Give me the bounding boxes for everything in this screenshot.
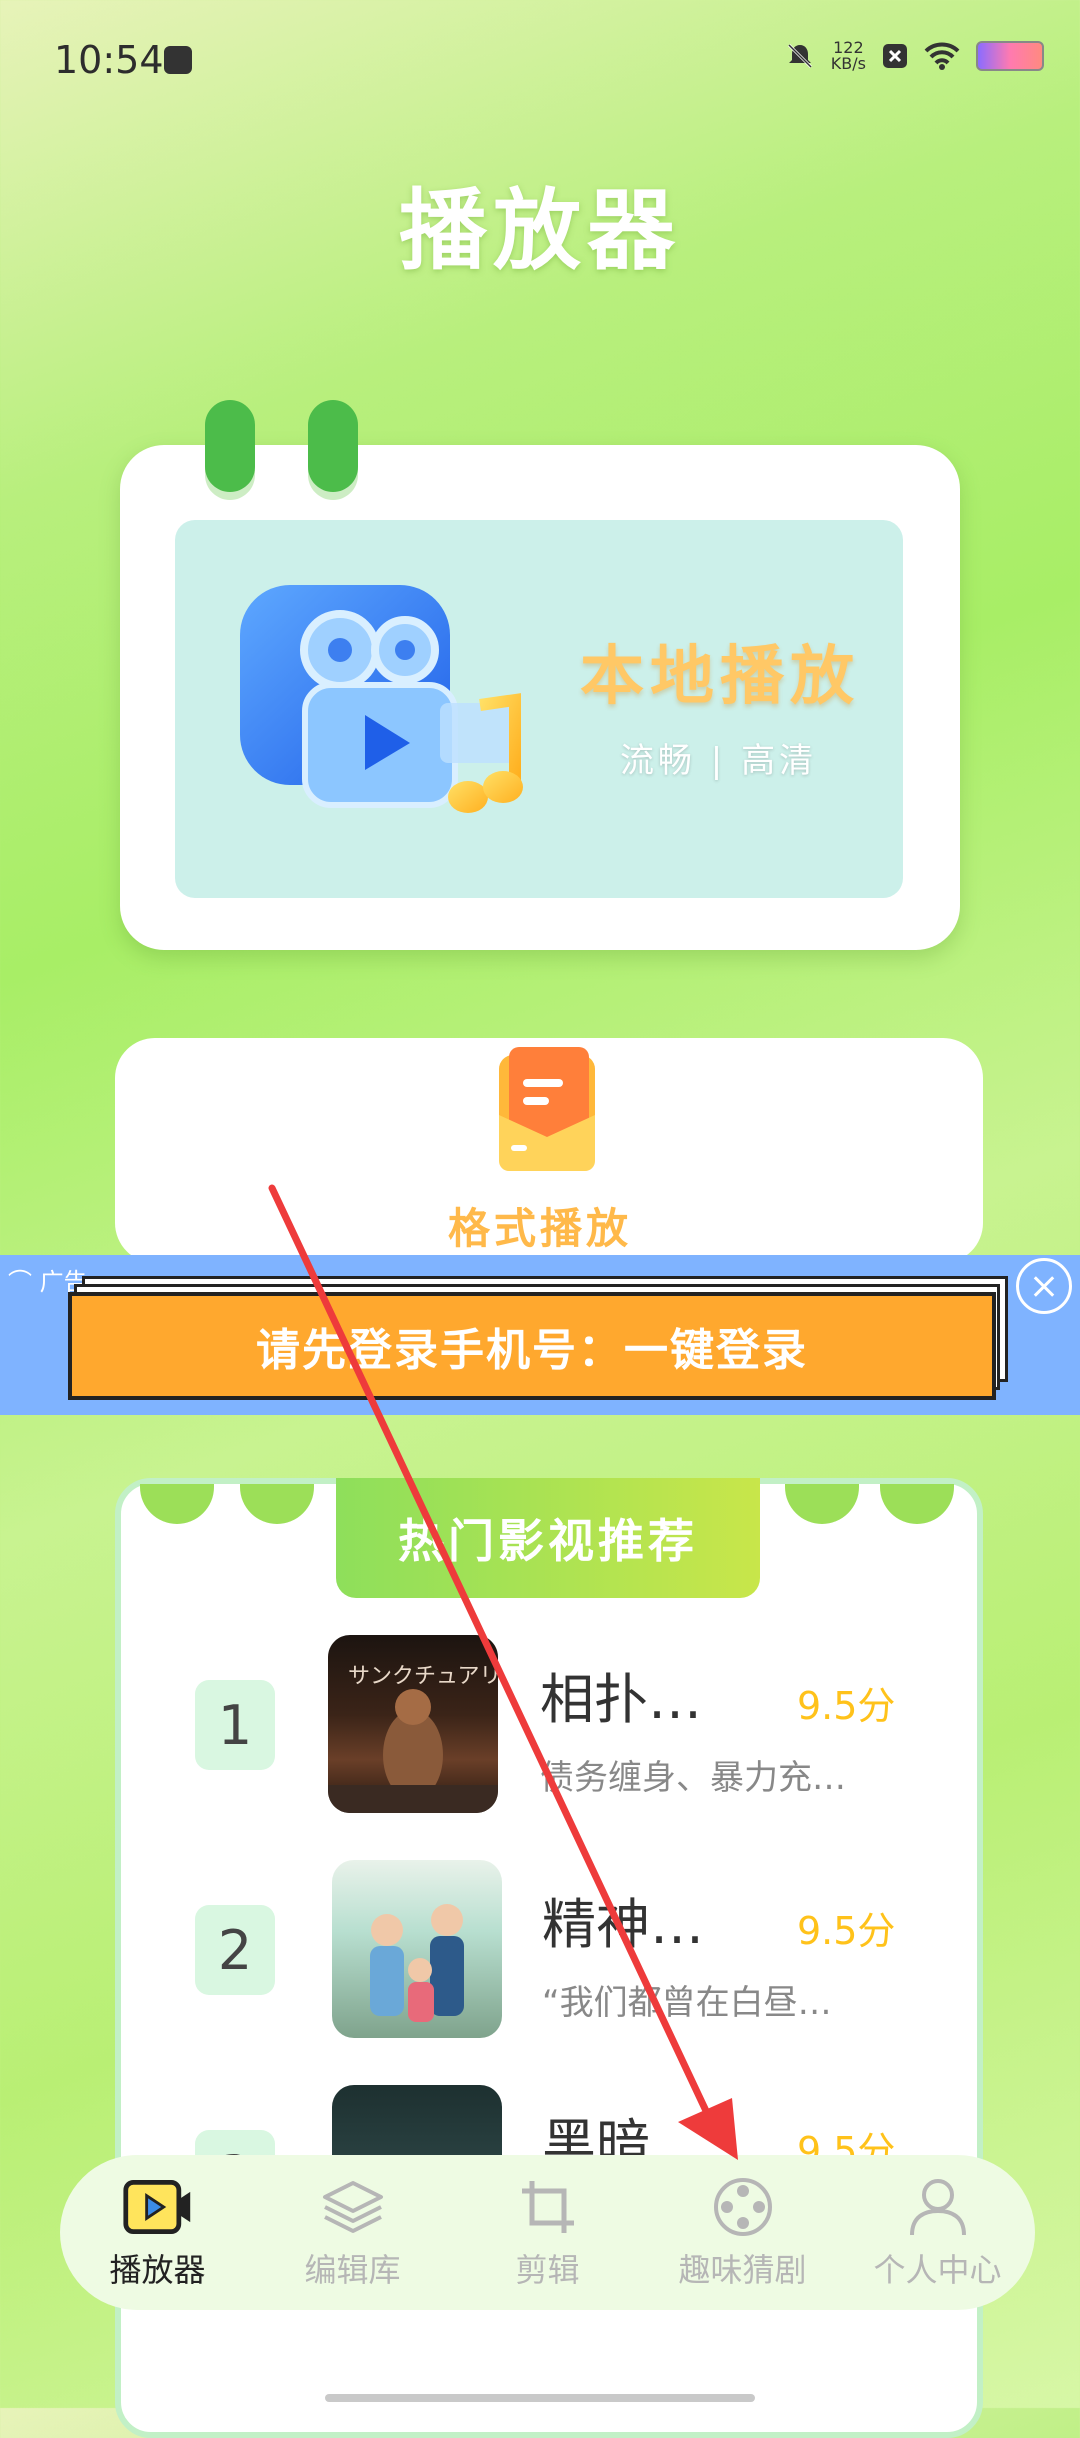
- nav-item-player[interactable]: 播放器: [78, 2175, 238, 2291]
- nav-label: 编辑库: [304, 2250, 401, 2289]
- crop-icon: [512, 2175, 584, 2239]
- local-play-subtitle: 流畅 | 高清: [620, 741, 818, 781]
- battery-icon: [976, 41, 1044, 71]
- ad-signal-icon: ⌒: [8, 1268, 40, 1296]
- nav-item-library[interactable]: 编辑库: [273, 2175, 433, 2291]
- nav-item-edit[interactable]: 剪辑: [468, 2175, 628, 2291]
- nav-label: 个人中心: [873, 2250, 1002, 2289]
- movie-description: “我们都曾在白昼…: [542, 1983, 832, 2023]
- rank-badge: 2: [195, 1905, 275, 1995]
- hot-title: 热门影视推荐: [398, 1514, 698, 1568]
- calendar-ring-right: [308, 400, 358, 492]
- video-camera-icon: [240, 585, 523, 813]
- nav-item-profile[interactable]: 个人中心: [858, 2175, 1018, 2291]
- notification-icon: [164, 46, 192, 74]
- sim-icon: [883, 44, 907, 68]
- nav-label: 剪辑: [515, 2250, 580, 2289]
- nav-label: 趣味猜剧: [678, 2250, 807, 2289]
- ad-login-text: 请先登录手机号：一键登录: [256, 1325, 808, 1376]
- calendar-ring-left: [205, 400, 255, 492]
- folder-document-icon: [499, 1047, 595, 1171]
- bottom-nav: 播放器 编辑库 剪辑 趣味猜剧 个人中心: [60, 2155, 1035, 2310]
- page-title: 播放器: [398, 179, 681, 282]
- movie-title[interactable]: 相扑…: [540, 1655, 702, 1734]
- nav-label: 播放器: [109, 2250, 206, 2289]
- local-play-title: 本地播放: [580, 640, 860, 714]
- movie-score: 9.5分: [797, 1909, 896, 1953]
- wifi-icon: [924, 42, 960, 70]
- net-speed-unit: KB/s: [830, 54, 866, 73]
- movie-score: 9.5分: [797, 1684, 896, 1728]
- mute-bell-icon: [787, 43, 812, 69]
- ad-login-button[interactable]: 请先登录手机号：一键登录: [68, 1292, 996, 1400]
- nav-item-guess-drama[interactable]: 趣味猜剧: [663, 2175, 823, 2291]
- movie-poster[interactable]: [332, 1860, 502, 2038]
- format-play-label: 格式播放: [447, 1204, 632, 1253]
- movie-title[interactable]: 精神…: [542, 1880, 704, 1959]
- network-speed: 122 KB/s: [831, 40, 866, 72]
- home-indicator[interactable]: [325, 2394, 755, 2402]
- layers-icon: [317, 2175, 389, 2239]
- movie-poster[interactable]: サンクチュアリ: [328, 1635, 498, 1813]
- movie-description: 债务缠身、暴力充…: [540, 1758, 846, 1798]
- svg-text:サンクチュアリ: サンクチュアリ: [348, 1664, 498, 1689]
- user-icon: [902, 2175, 974, 2239]
- rank-badge: 1: [195, 1680, 275, 1770]
- film-reel-icon: [707, 2175, 779, 2239]
- hot-title-banner: 热门影视推荐: [336, 1478, 760, 1598]
- status-time: 10:54: [54, 38, 164, 82]
- ad-close-icon[interactable]: [1016, 1258, 1072, 1314]
- video-play-icon: [122, 2175, 194, 2239]
- status-icons: 122 KB/s: [785, 40, 1044, 72]
